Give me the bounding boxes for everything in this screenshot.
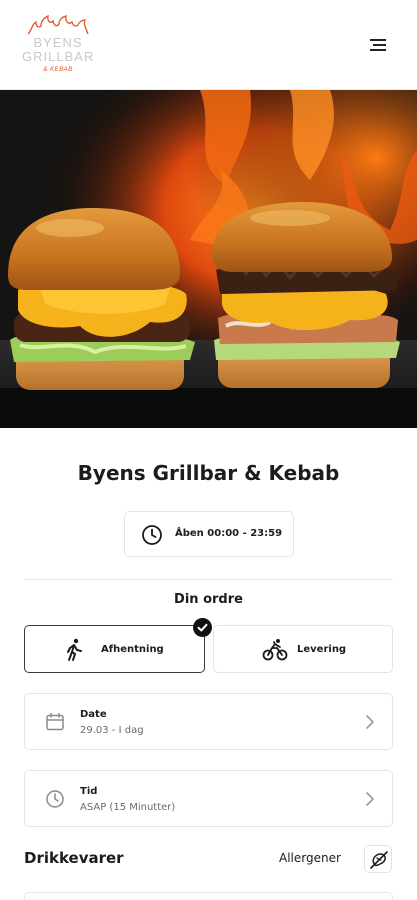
date-title: Date xyxy=(80,709,107,720)
burger-photo-illustration xyxy=(0,90,417,428)
clock-icon xyxy=(46,790,64,808)
pickup-label: Afhentning xyxy=(101,644,164,655)
divider xyxy=(24,579,393,580)
hero-image xyxy=(0,90,417,428)
date-value: 29.03 - I dag xyxy=(80,725,144,736)
hamburger-menu-icon[interactable] xyxy=(364,34,392,56)
order-section-title: Din ordre xyxy=(174,592,243,607)
time-value: ASAP (15 Minutter) xyxy=(80,802,176,813)
allergens-link[interactable]: Allergener xyxy=(279,851,341,865)
chevron-right-icon xyxy=(366,792,374,806)
walking-person-icon xyxy=(67,638,82,661)
time-selector[interactable]: Tid ASAP (15 Minutter) xyxy=(24,770,393,827)
restaurant-name: Byens Grillbar & Kebab xyxy=(77,461,340,485)
pickup-option-button[interactable]: Afhentning xyxy=(24,625,205,673)
opening-hours-text: Åben 00:00 - 23:59 xyxy=(175,528,283,539)
allergen-icon xyxy=(370,851,388,869)
chevron-right-icon xyxy=(366,715,374,729)
flame-logo-icon xyxy=(27,14,89,35)
logo-line-1: BYENS xyxy=(33,35,83,50)
app-header: BYENS GRILLBAR & KEBAB xyxy=(0,0,417,90)
date-selector[interactable]: Date 29.03 - I dag xyxy=(24,693,393,750)
selected-check-icon xyxy=(193,618,212,637)
logo-line-3: & KEBAB xyxy=(43,67,73,73)
calendar-icon xyxy=(46,712,64,731)
allergen-filter-button[interactable] xyxy=(364,845,392,873)
time-title: Tid xyxy=(80,786,98,797)
bicycle-icon xyxy=(262,639,288,661)
logo-line-2: GRILLBAR xyxy=(22,49,95,64)
category-title: Drikkevarer xyxy=(24,849,124,867)
opening-hours-badge[interactable]: Åben 00:00 - 23:59 xyxy=(124,511,294,557)
menu-item-card[interactable] xyxy=(24,892,393,900)
delivery-label: Levering xyxy=(297,644,347,655)
clock-icon xyxy=(142,525,162,545)
restaurant-logo[interactable]: BYENS GRILLBAR & KEBAB xyxy=(22,12,94,78)
delivery-option-button[interactable]: Levering xyxy=(213,625,393,673)
